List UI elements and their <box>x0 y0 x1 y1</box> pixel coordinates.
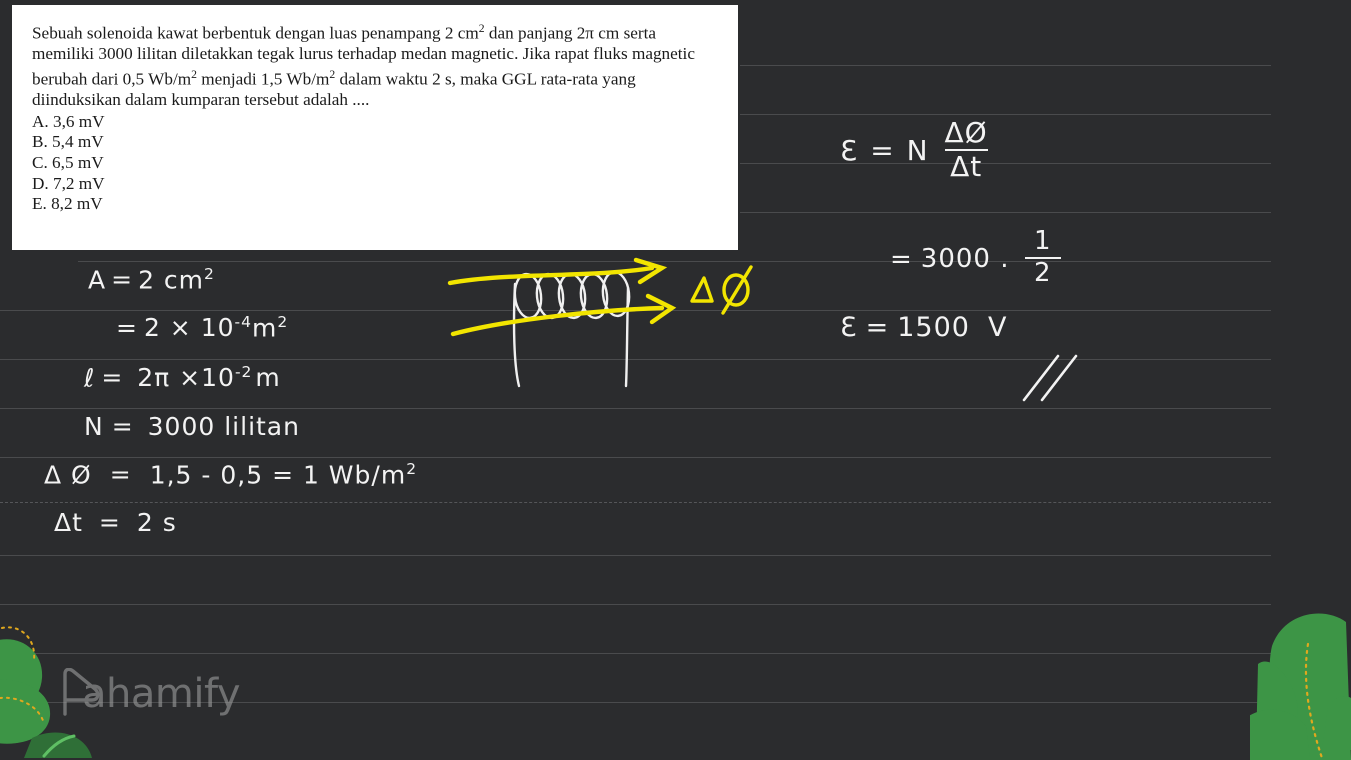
answer-choice-d: D. 7,2 mV <box>32 173 105 193</box>
answer-choice-list: A. 3,6 mV B. 5,4 mV C. 6,5 mV D. 7,2 mV … <box>32 112 720 215</box>
answer-choice-e: E. 8,2 mV <box>32 194 103 214</box>
hw-given-area-value: 2 cm <box>138 265 205 295</box>
solenoid-diagram <box>447 257 753 388</box>
hw-given-turns: N = 3000 lilitan <box>84 412 300 441</box>
hw-emf-substitution-value: 3000 . <box>920 244 1010 275</box>
hw-area-si-unit: m <box>251 313 278 343</box>
hw-result-value: 1500 <box>897 312 970 343</box>
question-text-part-1: Sebuah solenoida kawat berbentuk dengan … <box>32 23 479 43</box>
hw-given-length-label: ℓ <box>84 363 96 393</box>
answer-choice-c: C. 6,5 mV <box>32 153 104 173</box>
hw-eq: = <box>109 460 132 490</box>
hw-given-length: ℓ = 2π ×10-2 m <box>84 363 281 392</box>
hw-eq: = <box>116 313 138 343</box>
hw-emf-denominator: Δt <box>950 150 983 184</box>
hw-emf-numerator: ΔØ <box>944 116 988 149</box>
hw-emf-turns: N <box>906 133 929 167</box>
hw-substitution-denominator: 2 <box>1033 258 1052 289</box>
hw-eq: = <box>890 244 913 275</box>
rule-line <box>0 457 1271 458</box>
flux-label-delta-phi <box>690 265 753 315</box>
hw-given-turns-value: 3000 lilitan <box>147 412 300 441</box>
hw-eq: = <box>865 312 890 343</box>
hw-given-area-label: A <box>88 265 107 295</box>
hw-given-length-unit: m <box>255 363 281 393</box>
hw-given-area-exp: 2 <box>204 265 215 283</box>
rule-line <box>740 163 1271 164</box>
rule-line <box>740 114 1271 115</box>
rule-line <box>0 604 1271 605</box>
hw-given-length-value: 2π ×10 <box>137 363 235 393</box>
question-card: Sebuah solenoida kawat berbentuk dengan … <box>12 5 738 250</box>
whiteboard-canvas: Sebuah solenoida kawat berbentuk dengan … <box>0 0 1351 760</box>
decorative-leaves-right <box>1250 613 1351 760</box>
pahamify-watermark: ahamify <box>56 668 241 720</box>
pahamify-wordmark: ahamify <box>82 671 241 717</box>
hw-given-delta-t-label: Δt <box>54 508 83 537</box>
question-paragraph: Sebuah solenoida kawat berbentuk dengan … <box>32 19 720 111</box>
hw-result-symbol: Ɛ <box>840 312 858 343</box>
hw-given-length-exp: -2 <box>234 363 253 381</box>
hw-area-si: = 2 × 10-4m2 <box>116 313 288 342</box>
hw-result-unit: V <box>987 312 1008 343</box>
hw-emf-fraction: ΔØ Δt <box>944 116 988 184</box>
hw-substitution-numerator: 1 <box>1033 226 1052 256</box>
hw-area-si-value: 2 × 10 <box>143 313 235 343</box>
hw-given-delta-t-value: 2 s <box>136 508 177 537</box>
hw-eq: = <box>98 508 121 537</box>
hw-emf-result: Ɛ = 1500 V <box>840 312 1007 343</box>
rule-line <box>0 555 1271 556</box>
hw-emf-formula: Ɛ = N ΔØ Δt <box>840 116 988 184</box>
hw-given-turns-label: N <box>84 412 104 441</box>
question-text-part-3: menjadi 1,5 Wb/m <box>196 69 330 89</box>
hw-emf-substitution-fraction: 1 2 <box>1024 226 1061 289</box>
hw-eq: = <box>101 363 124 393</box>
rule-line <box>740 65 1271 66</box>
hw-given-delta-phi-label: Δ Ø <box>44 460 92 490</box>
hw-eq: = <box>870 133 895 167</box>
hw-given-delta-t: Δt = 2 s <box>54 508 177 537</box>
hw-given-area: A = 2 cm2 <box>88 265 215 294</box>
rule-line <box>740 212 1271 213</box>
hw-emf-substitution: = 3000 . 1 2 <box>890 226 1061 290</box>
answer-choice-a: A. 3,6 mV <box>32 111 105 131</box>
hw-eq: = <box>111 265 134 295</box>
hw-given-delta-phi-exp: 2 <box>406 460 418 478</box>
flux-arrows <box>447 257 677 337</box>
hw-given-delta-phi-value: 1,5 - 0,5 = 1 Wb/m <box>149 460 407 490</box>
hw-emf-symbol: Ɛ <box>840 133 859 167</box>
answer-choice-b: B. 5,4 mV <box>32 132 104 152</box>
hw-given-delta-phi: Δ Ø = 1,5 - 0,5 = 1 Wb/m2 <box>44 460 417 489</box>
hw-eq: = <box>111 412 134 441</box>
rule-line <box>0 408 1271 409</box>
hw-area-si-unit-exp: 2 <box>277 313 289 331</box>
hw-area-si-exp: -4 <box>234 313 252 331</box>
rule-line-dashed <box>0 502 1271 503</box>
hw-result-underline <box>1022 354 1078 402</box>
rule-line <box>0 653 1271 654</box>
